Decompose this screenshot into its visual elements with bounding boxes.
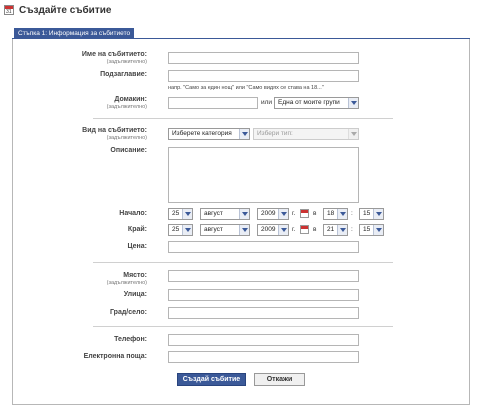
chevron-down-icon	[182, 209, 192, 219]
end-year-suffix: г.	[292, 226, 296, 233]
event-type-label: Вид на събитието:	[82, 127, 147, 134]
start-at-text: в	[313, 210, 317, 217]
end-minute-value: 15	[363, 226, 371, 233]
start-year-value: 2009	[261, 210, 276, 217]
end-day-value: 25	[172, 226, 180, 233]
end-at-text: в	[313, 226, 317, 233]
start-day-select[interactable]: 25	[168, 208, 193, 220]
tagline-hint: напр. "Само за един нощ" или "Само видях…	[168, 85, 324, 91]
section-divider	[93, 262, 393, 263]
start-time-colon: :	[351, 210, 353, 217]
subtype-select[interactable]: Избери тип:	[253, 128, 359, 140]
end-month-select[interactable]: август	[200, 224, 250, 236]
description-textarea[interactable]	[168, 147, 359, 203]
start-month-value: август	[204, 210, 223, 217]
city-label: Град/село:	[109, 309, 147, 316]
end-day-select[interactable]: 25	[168, 224, 193, 236]
category-value: Изберете категория	[172, 130, 232, 137]
price-input[interactable]	[168, 241, 359, 253]
end-calendar-icon[interactable]	[300, 225, 309, 234]
street-label: Улица:	[123, 291, 147, 298]
calendar-icon: 31	[4, 5, 14, 15]
create-event-button[interactable]: Създай събитие	[177, 373, 246, 386]
tagline-input[interactable]	[168, 70, 359, 82]
start-hour-select[interactable]: 18	[323, 208, 348, 220]
chevron-down-icon	[239, 209, 249, 219]
tab-step-1[interactable]: Стъпка 1: Информация за събитието	[14, 28, 135, 39]
end-hour-value: 21	[327, 226, 335, 233]
chevron-down-icon	[348, 98, 358, 108]
description-label: Описание:	[110, 147, 147, 154]
required-note: (задължително)	[106, 59, 147, 65]
end-label: Край:	[127, 226, 147, 233]
phone-input[interactable]	[168, 334, 359, 346]
start-day-value: 25	[172, 210, 180, 217]
place-label: Място:	[123, 272, 147, 279]
start-month-select[interactable]: август	[200, 208, 250, 220]
event-name-input[interactable]	[168, 52, 359, 64]
chevron-down-icon	[348, 129, 358, 139]
start-label: Начало:	[119, 210, 147, 217]
end-time-colon: :	[351, 226, 353, 233]
chevron-down-icon	[239, 225, 249, 235]
host-input[interactable]	[168, 97, 258, 109]
chevron-down-icon	[337, 209, 347, 219]
chevron-down-icon	[278, 225, 288, 235]
end-month-value: август	[204, 226, 223, 233]
chevron-down-icon	[337, 225, 347, 235]
page-title: Създайте събитие	[19, 4, 112, 16]
page-header: 31 Създайте събитие	[4, 3, 111, 17]
start-minute-value: 15	[363, 210, 371, 217]
event-form-panel: Име на събитието: (задължително) Подзагл…	[12, 39, 470, 405]
section-divider	[93, 118, 393, 119]
email-input[interactable]	[168, 351, 359, 363]
host-label: Домакин:	[114, 96, 147, 103]
required-note: (задължително)	[106, 104, 147, 110]
chevron-down-icon	[373, 225, 383, 235]
chevron-down-icon	[182, 225, 192, 235]
phone-label: Телефон:	[114, 336, 147, 343]
end-hour-select[interactable]: 21	[323, 224, 348, 236]
chevron-down-icon	[373, 209, 383, 219]
host-group-select[interactable]: Една от моите групи	[274, 97, 359, 109]
place-input[interactable]	[168, 270, 359, 282]
chevron-down-icon	[278, 209, 288, 219]
event-name-label: Име на събитието:	[81, 51, 147, 58]
end-year-select[interactable]: 2009	[257, 224, 289, 236]
host-or-text: или	[261, 99, 273, 106]
host-group-value: Една от моите групи	[278, 99, 340, 106]
category-select[interactable]: Изберете категория	[168, 128, 250, 140]
start-year-suffix: г.	[292, 210, 296, 217]
subtype-value: Избери тип:	[257, 130, 293, 137]
end-year-value: 2009	[261, 226, 276, 233]
end-minute-select[interactable]: 15	[359, 224, 384, 236]
section-divider	[93, 326, 393, 327]
step-tab-bar: Стъпка 1: Информация за събитието	[12, 28, 470, 39]
required-note: (задължително)	[106, 280, 147, 286]
street-input[interactable]	[168, 289, 359, 301]
chevron-down-icon	[239, 129, 249, 139]
email-label: Електронна поща:	[83, 353, 147, 360]
start-year-select[interactable]: 2009	[257, 208, 289, 220]
tagline-label: Подзаглавие:	[100, 71, 147, 78]
start-calendar-icon[interactable]	[300, 209, 309, 218]
start-minute-select[interactable]: 15	[359, 208, 384, 220]
required-note: (задължително)	[106, 135, 147, 141]
cancel-button[interactable]: Откажи	[254, 373, 305, 386]
start-hour-value: 18	[327, 210, 335, 217]
city-input[interactable]	[168, 307, 359, 319]
price-label: Цена:	[127, 243, 147, 250]
